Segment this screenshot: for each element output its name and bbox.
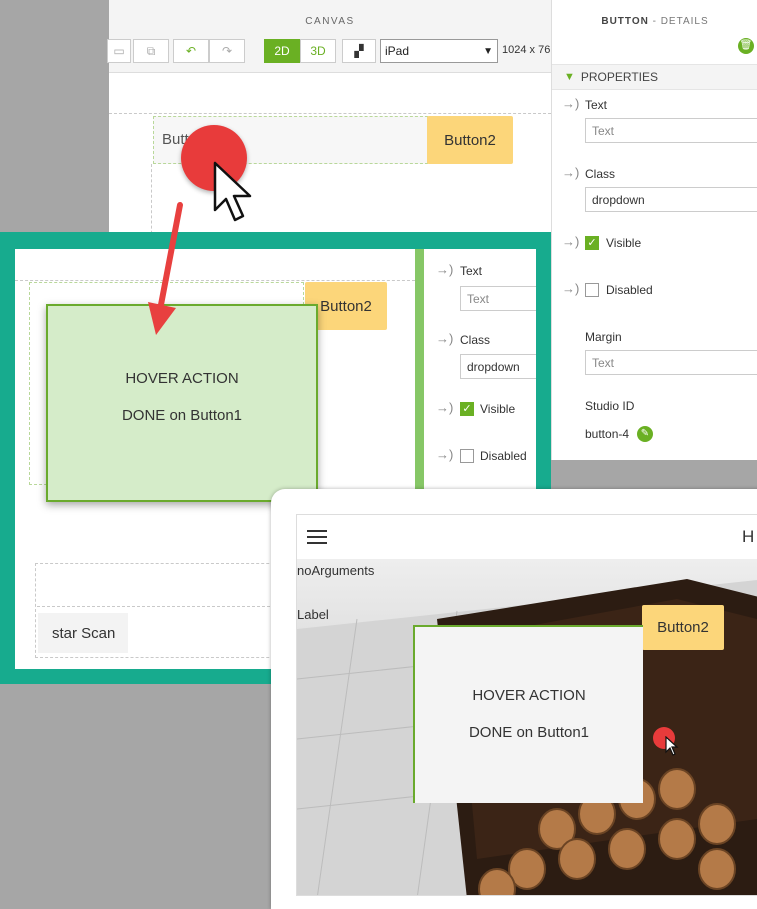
mode-3d-button[interactable]: 3D (300, 39, 336, 63)
device-preview: H noArguments Label Button2 HOVER ACTION… (271, 489, 757, 909)
binding-arrow-icon[interactable]: →) (562, 96, 579, 111)
chevron-down-icon: ▼ (564, 71, 575, 83)
zoom-class-input[interactable]: dropdown (460, 354, 536, 379)
zoom-disabled-label: Disabled (480, 449, 527, 463)
device-select-value: iPad (385, 44, 410, 58)
preview-cursor-icon (665, 736, 679, 756)
disabled-checkbox[interactable] (585, 283, 599, 297)
zoom-hover-line2: DONE on Button1 (121, 407, 243, 424)
zoom-visible-checkbox[interactable]: ✓ (460, 402, 474, 416)
visible-checkbox[interactable]: ✓ (585, 236, 599, 250)
star-scan-button[interactable]: star Scan (38, 613, 128, 653)
zoom-guide-line (15, 280, 415, 281)
binding-arrow-icon[interactable]: →) (436, 400, 453, 415)
redo-icon[interactable]: ↷ (209, 39, 245, 63)
preview-hover-card[interactable]: HOVER ACTION DONE on Button1 (413, 625, 643, 803)
device-select[interactable]: iPad ▼ (380, 39, 498, 63)
preview-label: Label (297, 607, 329, 622)
details-panel: BUTTON - DETAILS 🗑 ▼ PROPERTIES →) Text … (551, 0, 757, 460)
zoom-class-label: Class (460, 333, 491, 347)
chevron-down-icon: ▼ (483, 45, 493, 57)
disabled-label: Disabled (606, 283, 653, 297)
zoom-hover-line1: HOVER ACTION (125, 370, 239, 387)
zoom-disabled-checkbox[interactable] (460, 449, 474, 463)
studio-id-value: button-4 (585, 427, 630, 441)
undo-icon[interactable]: ↶ (173, 39, 209, 63)
binding-arrow-icon[interactable]: →) (562, 165, 579, 180)
binding-arrow-icon[interactable]: →) (562, 281, 579, 296)
canvas-title: CANVAS (305, 16, 355, 27)
frame-icon[interactable]: ▭ (107, 39, 131, 63)
preview-header: H (297, 515, 757, 560)
preview-button2[interactable]: Button2 (642, 605, 724, 650)
margin-property-input[interactable]: Text (585, 350, 757, 375)
zoom-visible-label: Visible (480, 402, 516, 416)
mode-2d-button[interactable]: 2D (264, 39, 300, 63)
studio-id-label: Studio ID (585, 399, 635, 413)
class-property-input[interactable]: dropdown (585, 187, 757, 212)
canvas-button2[interactable]: Button2 (427, 116, 513, 164)
edit-icon[interactable]: ✎ (637, 426, 653, 442)
binding-arrow-icon[interactable]: →) (436, 331, 453, 346)
zoom-text-input[interactable]: Text (460, 286, 536, 311)
zoom-text-label: Text (460, 264, 483, 278)
details-title: BUTTON - DETAILS (601, 16, 709, 27)
preview-screen: H noArguments Label Button2 HOVER ACTION… (296, 514, 757, 896)
margin-property-label: Margin (585, 330, 622, 344)
canvas-toolbar: CANVAS ▭ ⧉ ↶ ↷ 2D 3D ▞ iPad ▼ 1024 x 76 (107, 0, 551, 73)
binding-arrow-icon[interactable]: →) (436, 262, 453, 277)
preview-header-title: H (742, 527, 755, 546)
binding-arrow-icon[interactable]: →) (562, 234, 579, 249)
visible-label: Visible (606, 236, 642, 250)
preview-hover-line2: DONE on Button1 (468, 724, 590, 741)
resolution-readout: 1024 x 76 (502, 44, 551, 56)
delete-icon[interactable]: 🗑 (738, 38, 754, 54)
cursor-icon (213, 161, 252, 222)
hamburger-menu-icon[interactable] (307, 530, 327, 544)
properties-label: PROPERTIES (580, 70, 659, 84)
preview-hover-line1: HOVER ACTION (472, 687, 586, 704)
properties-header[interactable]: ▼ PROPERTIES (552, 64, 757, 90)
no-arguments-label: noArguments (297, 563, 375, 578)
class-property-label: Class (585, 167, 616, 181)
layers-icon[interactable]: ▞ (342, 39, 376, 63)
text-property-input[interactable]: Text (585, 118, 757, 143)
text-property-label: Text (585, 98, 608, 112)
paste-icon[interactable]: ⧉ (133, 39, 169, 63)
binding-arrow-icon[interactable]: →) (436, 447, 453, 462)
annotation-arrow-icon (148, 202, 183, 335)
